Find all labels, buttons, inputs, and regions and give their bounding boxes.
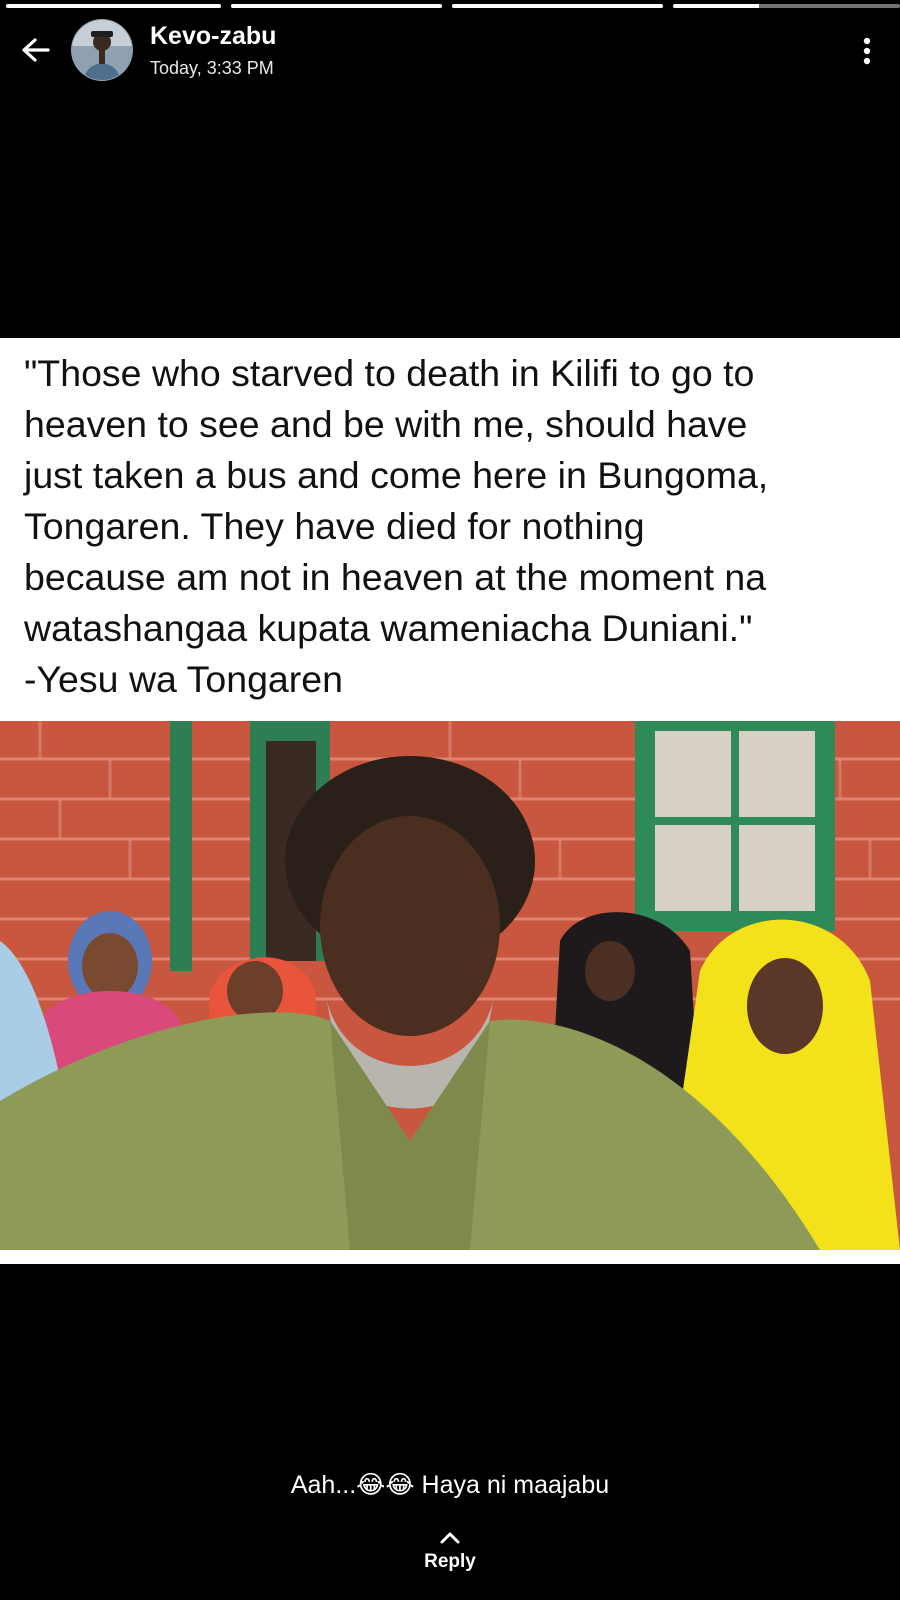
story-photo: [0, 721, 900, 1250]
progress-segment: [231, 4, 442, 8]
status-viewer: Kevo-zabu Today, 3:33 PM "Those who star…: [0, 0, 900, 1600]
more-vertical-icon: [863, 37, 871, 65]
avatar[interactable]: [71, 19, 133, 81]
status-caption: Aah...😂😂 Haya ni maajabu: [290, 1471, 610, 1499]
back-button[interactable]: [14, 30, 58, 74]
more-options-button[interactable]: [852, 34, 882, 70]
story-progress-bar: [6, 4, 900, 8]
quote-text: "Those who starved to death in Kilifi to…: [24, 352, 769, 700]
progress-segment: [6, 4, 221, 8]
author-name[interactable]: Kevo-zabu: [150, 22, 276, 51]
post-timestamp: Today, 3:33 PM: [150, 58, 274, 78]
reply-button[interactable]: Reply: [400, 1530, 500, 1573]
story-content[interactable]: "Those who starved to death in Kilifi to…: [0, 338, 900, 1264]
chevron-up-icon: [440, 1532, 460, 1544]
progress-segment: [452, 4, 663, 8]
reply-label: Reply: [424, 1551, 476, 1572]
arrow-left-icon: [22, 38, 50, 62]
progress-segment-current: [673, 4, 900, 8]
